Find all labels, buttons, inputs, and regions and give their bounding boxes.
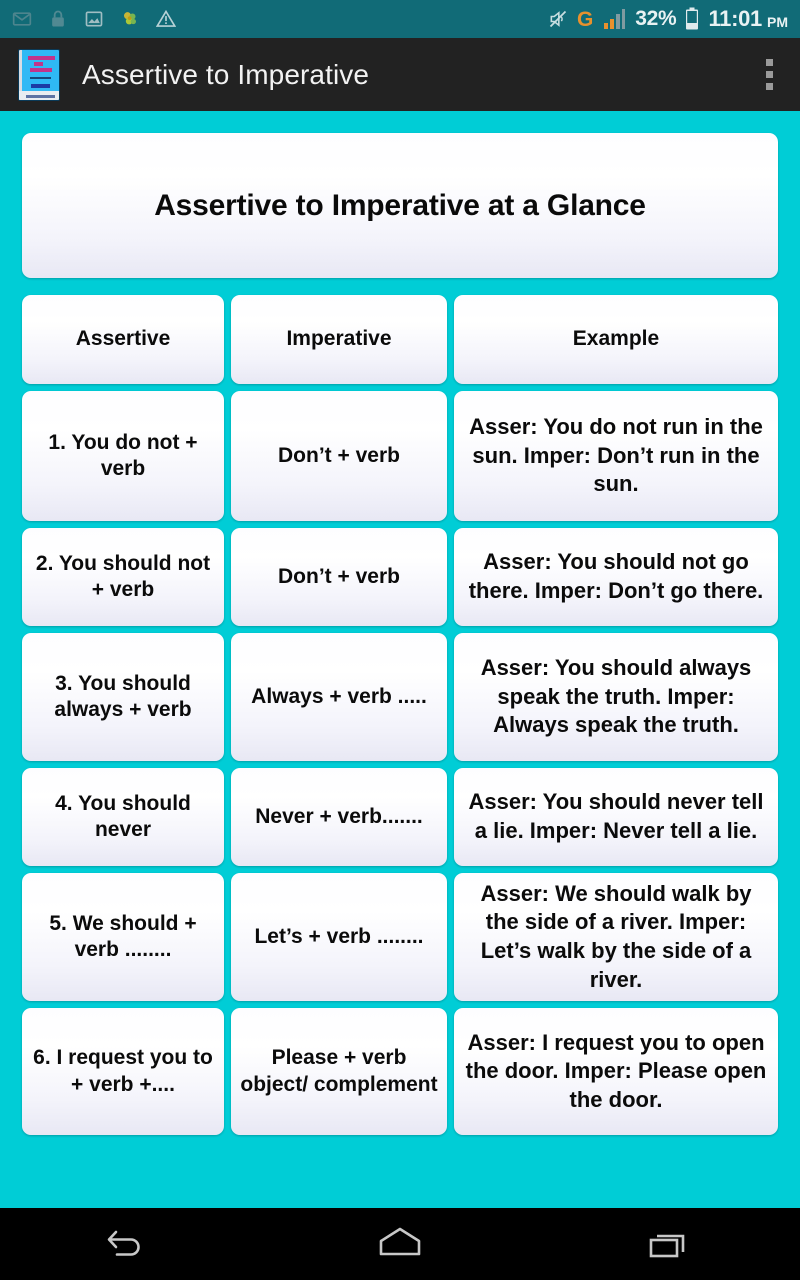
flower-icon <box>124 12 136 25</box>
cell-example: Asser: You should always speak the truth… <box>454 633 778 761</box>
cell-imperative: Never + verb....... <box>231 768 447 866</box>
column-header-imperative: Imperative <box>231 295 447 384</box>
app-title: Assertive to Imperative <box>82 58 370 90</box>
image-icon <box>85 11 103 27</box>
phone-screen: G 32% 11:01 PM Assertive to Imperative A… <box>0 0 800 1280</box>
cell-assertive: 5. We should + verb ........ <box>22 873 224 1001</box>
cell-example: Asser: You do not run in the sun. Imper:… <box>454 391 778 521</box>
cell-imperative: Always + verb ..... <box>231 633 447 761</box>
status-bar-left-icons <box>12 9 176 29</box>
back-icon <box>108 1230 141 1256</box>
page-title: Assertive to Imperative at a Glance <box>154 188 646 222</box>
lock-icon <box>52 10 64 27</box>
page-title-card: Assertive to Imperative at a Glance <box>22 133 778 278</box>
book-app-icon <box>18 48 60 101</box>
recents-icon <box>649 1234 684 1258</box>
app-bar: Assertive to Imperative <box>0 38 800 111</box>
battery-icon <box>686 7 699 30</box>
cell-assertive: 6. I request you to + verb +.... <box>22 1008 224 1135</box>
cell-imperative: Don’t + verb <box>231 528 447 626</box>
cell-assertive: 3. You should always + verb <box>22 633 224 761</box>
mail-icon <box>12 12 32 26</box>
cell-example: Asser: I request you to open the door. I… <box>454 1008 778 1135</box>
back-button[interactable] <box>73 1213 193 1275</box>
warning-icon <box>156 9 176 27</box>
overflow-dot <box>765 83 773 90</box>
table-header-row: Assertive Imperative Example <box>22 295 778 384</box>
cell-example: Asser: We should walk by the side of a r… <box>454 873 778 1001</box>
table-row: 6. I request you to + verb +.... Please … <box>22 1008 778 1135</box>
home-icon <box>379 1227 421 1256</box>
content-area: Assertive to Imperative at a Glance Asse… <box>0 111 800 1208</box>
network-type-label: G <box>576 7 594 31</box>
overflow-dot <box>765 71 773 78</box>
overflow-menu-button[interactable] <box>752 52 786 98</box>
battery-percent-label: 32% <box>635 7 677 30</box>
cell-assertive: 2. You should not + verb <box>22 528 224 626</box>
table-row: 4. You should never Never + verb....... … <box>22 768 778 866</box>
recents-button[interactable] <box>607 1213 727 1275</box>
table-row: 3. You should always + verb Always + ver… <box>22 633 778 761</box>
clock-time: 11:01 <box>708 6 762 31</box>
clock-ampm: PM <box>767 14 788 30</box>
cell-assertive: 4. You should never <box>22 768 224 866</box>
status-bar-right-icons: G 32% 11:01 PM <box>548 6 788 32</box>
cell-imperative: Please + verb object/ complement <box>231 1008 447 1135</box>
cell-imperative: Don’t + verb <box>231 391 447 521</box>
system-navigation-bar <box>0 1208 800 1280</box>
signal-bars-icon <box>604 8 626 29</box>
cell-assertive: 1. You do not + verb <box>22 391 224 521</box>
table-row: 5. We should + verb ........ Let’s + ver… <box>22 873 778 1001</box>
column-header-assertive: Assertive <box>22 295 224 384</box>
cell-imperative: Let’s + verb ........ <box>231 873 447 1001</box>
table-row: 2. You should not + verb Don’t + verb As… <box>22 528 778 626</box>
table-row: 1. You do not + verb Don’t + verb Asser:… <box>22 391 778 521</box>
mute-icon <box>549 10 567 28</box>
status-bar: G 32% 11:01 PM <box>0 0 800 38</box>
column-header-example: Example <box>454 295 778 384</box>
cell-example: Asser: You should not go there. Imper: D… <box>454 528 778 626</box>
home-button[interactable] <box>340 1213 460 1275</box>
cell-example: Asser: You should never tell a lie. Impe… <box>454 768 778 866</box>
overflow-dot <box>765 59 773 66</box>
